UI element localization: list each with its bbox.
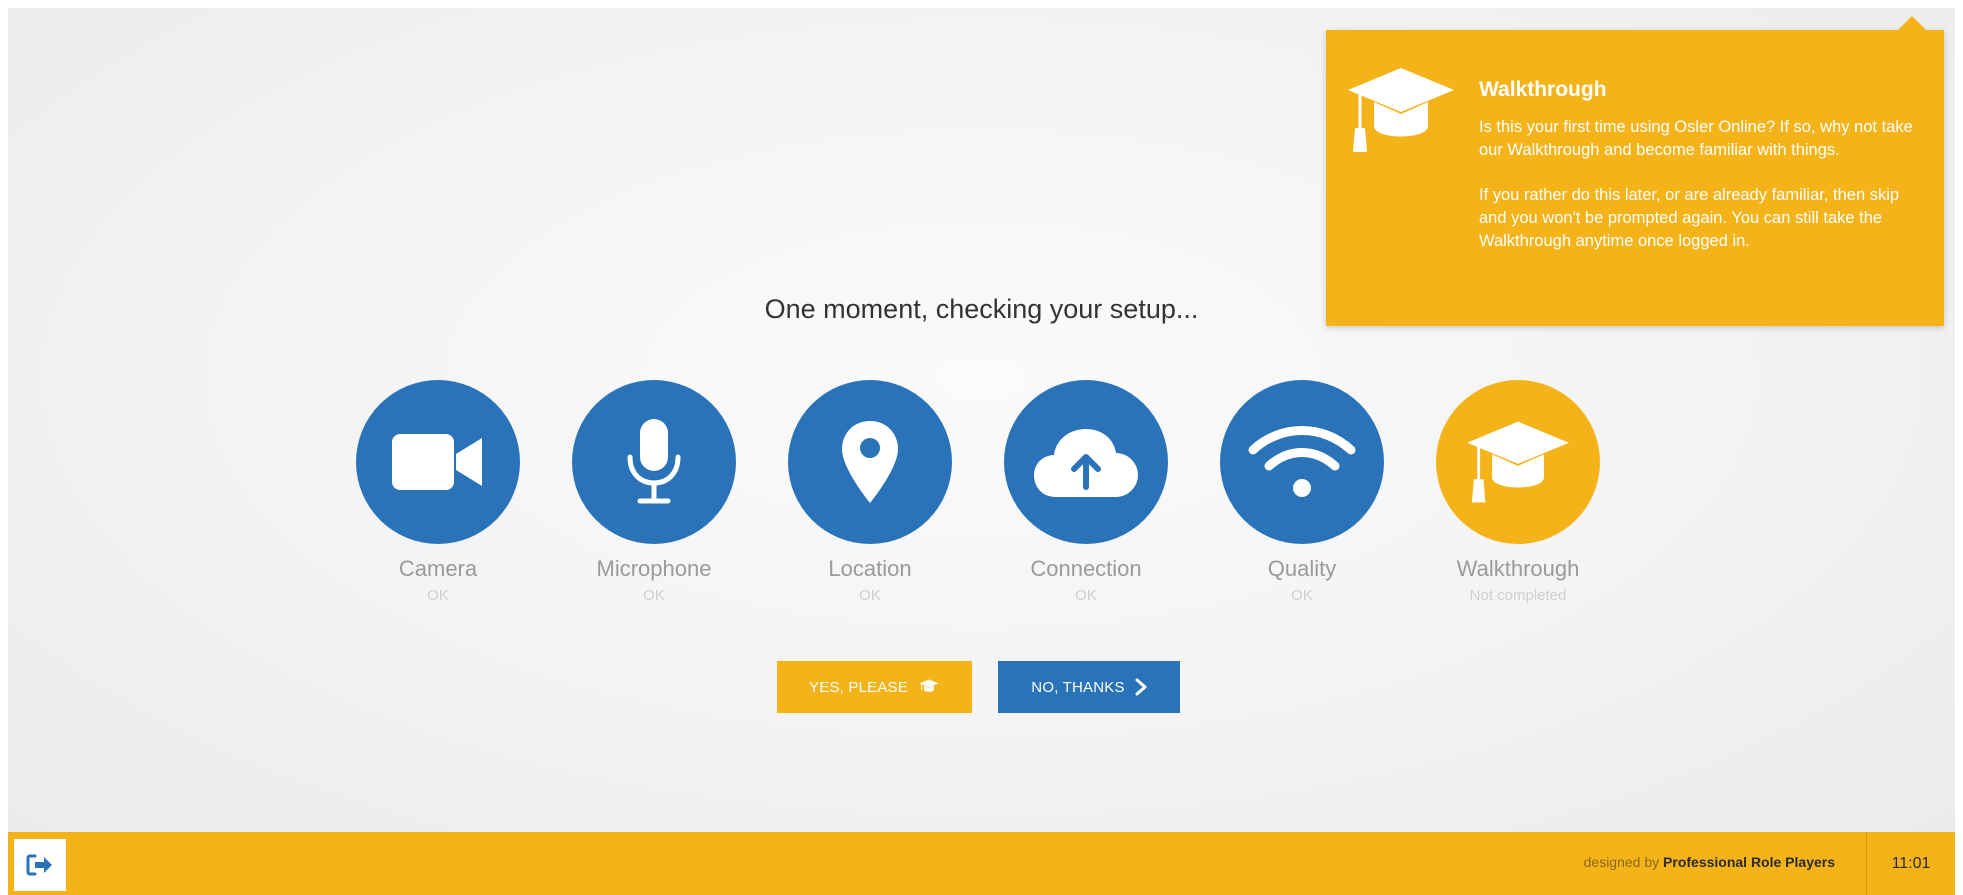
check-location-circle [788, 380, 952, 544]
check-walkthrough-circle [1436, 380, 1600, 544]
check-status: Not completed [1469, 587, 1567, 604]
graduation-cap-icon [919, 679, 939, 692]
popover-arrow [1898, 16, 1926, 30]
map-pin-icon [842, 421, 898, 503]
check-status: OK [1291, 587, 1313, 604]
check-label: Quality [1267, 556, 1337, 581]
sign-out-icon [26, 854, 52, 876]
no-thanks-button[interactable]: NO, THANKS [998, 661, 1180, 713]
logout-button[interactable] [14, 839, 66, 891]
popover-title: Walkthrough [1479, 78, 1607, 101]
check-camera: Camera OK [356, 380, 520, 604]
video-camera-icon [392, 434, 482, 490]
check-quality: Quality OK [1220, 380, 1384, 604]
wifi-icon [1248, 426, 1356, 497]
graduation-cap-icon [1348, 68, 1454, 152]
check-connection: Connection OK [1004, 380, 1168, 604]
credit-name: Professional Role Players [1663, 854, 1835, 870]
footer-clock: 11:01 [1866, 832, 1955, 895]
setup-check-screen: Walkthrough Is this your first time usin… [8, 8, 1955, 832]
check-label: Connection [1030, 556, 1142, 581]
check-label: Walkthrough [1456, 556, 1580, 581]
check-camera-circle [356, 380, 520, 544]
check-quality-circle [1220, 380, 1384, 544]
check-microphone: Microphone OK [572, 380, 736, 604]
footer-bar: designed by Professional Role Players 11… [8, 832, 1955, 895]
microphone-icon [627, 419, 681, 504]
popover-paragraph: Is this your first time using Osler Onli… [1479, 118, 1913, 159]
page-title: One moment, checking your setup... [764, 294, 1199, 324]
footer-credit: designed by Professional Role Players [1584, 854, 1835, 870]
check-microphone-circle [572, 380, 736, 544]
check-status: OK [1075, 587, 1097, 604]
check-status: OK [859, 587, 881, 604]
check-label: Microphone [596, 556, 712, 581]
popover-paragraph: If you rather do this later, or are alre… [1479, 186, 1900, 250]
no-thanks-label: NO, THANKS [1031, 678, 1125, 696]
graduation-cap-icon [1467, 421, 1569, 503]
check-location: Location OK [788, 380, 952, 604]
setup-checks-list: Camera OK Microphone OK Location OK Conn… [356, 380, 1652, 604]
check-connection-circle [1004, 380, 1168, 544]
yes-please-label: YES, PLEASE [809, 678, 908, 696]
credit-prefix: designed by [1583, 854, 1660, 870]
walkthrough-popover: Walkthrough Is this your first time usin… [1326, 16, 1944, 326]
check-status: OK [643, 587, 665, 604]
check-status: OK [427, 587, 449, 604]
check-label: Location [828, 556, 912, 581]
yes-please-button[interactable]: YES, PLEASE [777, 661, 972, 713]
popover-body: Is this your first time using Osler Onli… [1479, 116, 1924, 275]
check-walkthrough: Walkthrough Not completed [1436, 380, 1600, 604]
check-label: Camera [398, 556, 478, 581]
cloud-upload-icon [1034, 429, 1138, 497]
chevron-right-icon [1135, 678, 1147, 696]
